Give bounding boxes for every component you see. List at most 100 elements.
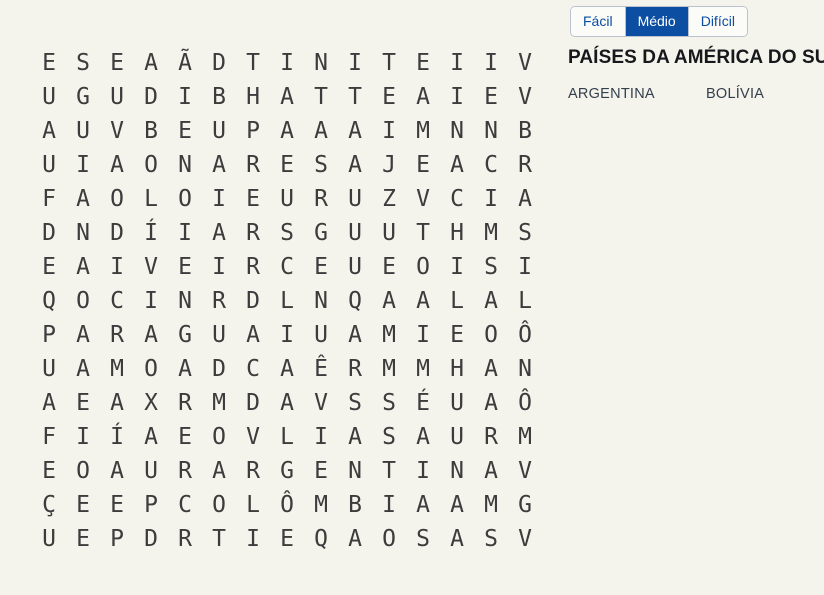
grid-cell[interactable]: I [372, 114, 406, 148]
grid-cell[interactable]: Í [100, 420, 134, 454]
grid-cell[interactable]: V [100, 114, 134, 148]
grid-cell[interactable]: A [338, 148, 372, 182]
grid-cell[interactable]: M [100, 352, 134, 386]
grid-cell[interactable]: T [338, 80, 372, 114]
grid-cell[interactable]: S [474, 250, 508, 284]
grid-cell[interactable]: U [66, 114, 100, 148]
grid-cell[interactable]: É [406, 386, 440, 420]
grid-cell[interactable]: R [304, 182, 338, 216]
grid-cell[interactable]: I [134, 284, 168, 318]
grid-cell[interactable]: A [338, 420, 372, 454]
grid-cell[interactable]: E [372, 250, 406, 284]
grid-cell[interactable]: A [270, 80, 304, 114]
grid-cell[interactable]: C [440, 182, 474, 216]
grid-cell[interactable]: A [338, 318, 372, 352]
grid-cell[interactable]: A [100, 454, 134, 488]
grid-cell[interactable]: N [338, 454, 372, 488]
grid-cell[interactable]: O [134, 352, 168, 386]
grid-cell[interactable]: R [338, 352, 372, 386]
word-list-item[interactable]: BOLÍVIA [706, 87, 824, 102]
grid-cell[interactable]: T [406, 216, 440, 250]
grid-cell[interactable]: M [474, 488, 508, 522]
grid-cell[interactable]: I [440, 80, 474, 114]
grid-cell[interactable]: R [168, 386, 202, 420]
grid-cell[interactable]: U [270, 182, 304, 216]
grid-cell[interactable]: U [338, 182, 372, 216]
grid-cell[interactable]: I [100, 250, 134, 284]
grid-cell[interactable]: B [134, 114, 168, 148]
grid-cell[interactable]: E [236, 182, 270, 216]
grid-cell[interactable]: S [338, 386, 372, 420]
grid-cell[interactable]: B [202, 80, 236, 114]
grid-cell[interactable]: N [304, 284, 338, 318]
grid-cell[interactable]: V [134, 250, 168, 284]
grid-cell[interactable]: O [66, 454, 100, 488]
grid-cell[interactable]: E [440, 318, 474, 352]
grid-cell[interactable]: G [270, 454, 304, 488]
grid-cell[interactable]: Ô [270, 488, 304, 522]
grid-cell[interactable]: Z [372, 182, 406, 216]
grid-cell[interactable]: I [66, 420, 100, 454]
grid-cell[interactable]: R [100, 318, 134, 352]
grid-cell[interactable]: M [508, 420, 542, 454]
grid-cell[interactable]: M [372, 318, 406, 352]
grid-cell[interactable]: R [236, 454, 270, 488]
grid-cell[interactable]: U [372, 216, 406, 250]
grid-cell[interactable]: Ô [508, 318, 542, 352]
difficulty-button-1[interactable]: Médio [625, 7, 689, 36]
grid-cell[interactable]: S [508, 216, 542, 250]
grid-cell[interactable]: R [236, 216, 270, 250]
grid-cell[interactable]: A [202, 216, 236, 250]
grid-cell[interactable]: E [168, 420, 202, 454]
grid-cell[interactable]: U [32, 522, 66, 556]
grid-cell[interactable]: S [270, 216, 304, 250]
grid-cell[interactable]: N [66, 216, 100, 250]
grid-cell[interactable]: R [168, 522, 202, 556]
grid-cell[interactable]: O [474, 318, 508, 352]
grid-cell[interactable]: A [304, 114, 338, 148]
grid-cell[interactable]: A [32, 114, 66, 148]
grid-cell[interactable]: S [66, 46, 100, 80]
grid-cell[interactable]: S [372, 386, 406, 420]
grid-cell[interactable]: V [508, 46, 542, 80]
grid-cell[interactable]: H [440, 216, 474, 250]
grid-cell[interactable]: P [236, 114, 270, 148]
grid-cell[interactable]: A [440, 488, 474, 522]
grid-cell[interactable]: I [202, 250, 236, 284]
grid-cell[interactable]: X [134, 386, 168, 420]
grid-cell[interactable]: C [270, 250, 304, 284]
grid-cell[interactable]: U [32, 352, 66, 386]
grid-cell[interactable]: O [100, 182, 134, 216]
grid-cell[interactable]: B [338, 488, 372, 522]
grid-cell[interactable]: L [270, 420, 304, 454]
grid-cell[interactable]: Ô [508, 386, 542, 420]
grid-cell[interactable]: D [236, 386, 270, 420]
grid-cell[interactable]: A [474, 454, 508, 488]
grid-cell[interactable]: T [372, 454, 406, 488]
grid-cell[interactable]: E [304, 454, 338, 488]
grid-cell[interactable]: U [134, 454, 168, 488]
grid-cell[interactable]: L [508, 284, 542, 318]
grid-cell[interactable]: M [304, 488, 338, 522]
grid-cell[interactable]: A [202, 148, 236, 182]
grid-cell[interactable]: I [236, 522, 270, 556]
grid-cell[interactable]: Q [32, 284, 66, 318]
grid-cell[interactable]: G [304, 216, 338, 250]
grid-cell[interactable]: E [270, 522, 304, 556]
grid-cell[interactable]: F [32, 420, 66, 454]
grid-cell[interactable]: E [66, 386, 100, 420]
grid-cell[interactable]: T [304, 80, 338, 114]
grid-cell[interactable]: Q [304, 522, 338, 556]
grid-cell[interactable]: A [100, 386, 134, 420]
grid-cell[interactable]: N [168, 148, 202, 182]
grid-cell[interactable]: A [440, 148, 474, 182]
grid-cell[interactable]: E [406, 46, 440, 80]
grid-cell[interactable]: O [406, 250, 440, 284]
grid-cell[interactable]: U [202, 318, 236, 352]
grid-cell[interactable]: I [474, 182, 508, 216]
grid-cell[interactable]: O [134, 148, 168, 182]
grid-cell[interactable]: O [372, 522, 406, 556]
grid-cell[interactable]: N [168, 284, 202, 318]
grid-cell[interactable]: I [168, 80, 202, 114]
grid-cell[interactable]: A [338, 114, 372, 148]
